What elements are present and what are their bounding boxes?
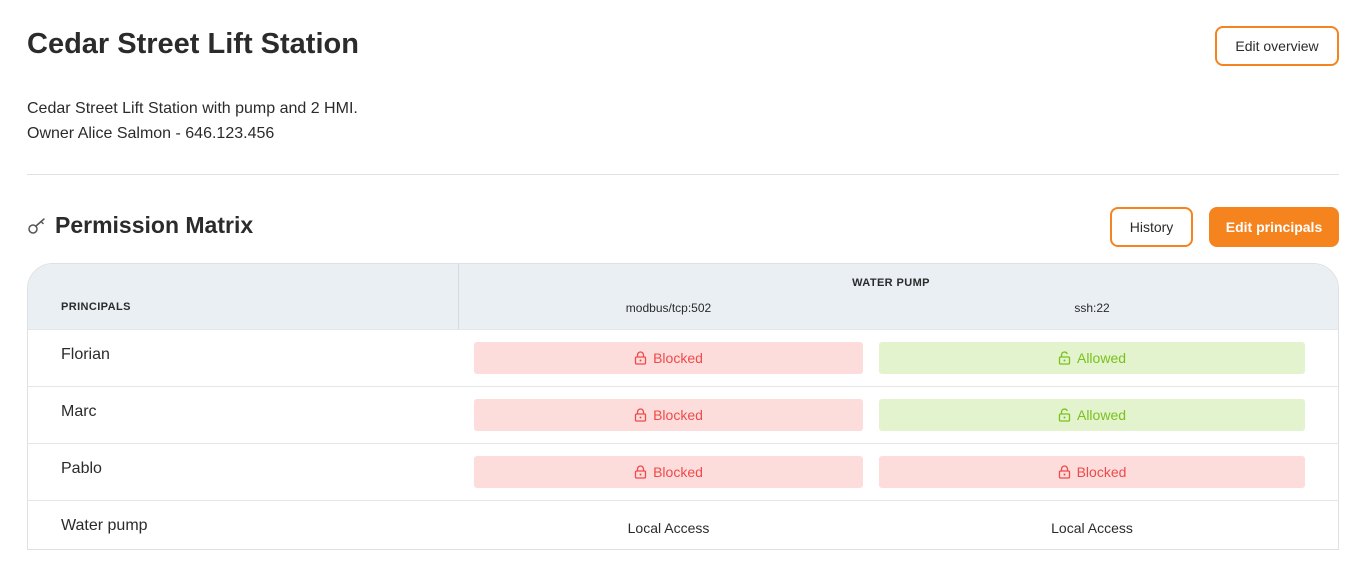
owner-line: Owner Alice Salmon - 646.123.456	[27, 125, 275, 142]
permission-matrix-table: PRINCIPALS WATER PUMP modbus/tcp:502 ssh…	[27, 263, 1339, 550]
station-description: Cedar Street Lift Station with pump and …	[27, 96, 358, 146]
section-divider	[27, 174, 1339, 175]
principal-name: Marc	[61, 403, 97, 420]
edit-principals-button[interactable]: Edit principals	[1209, 207, 1339, 247]
principal-name: Water pump	[61, 517, 148, 534]
edit-overview-button[interactable]: Edit overview	[1215, 26, 1339, 66]
table-row: Marc Blocked Allowed	[28, 386, 1338, 443]
permission-status: Allowed	[1076, 407, 1127, 423]
port-column-header: ssh:22	[1074, 301, 1110, 315]
header-separator	[458, 264, 459, 329]
lock-icon	[1058, 465, 1070, 479]
permission-matrix-header: Permission Matrix	[27, 212, 253, 239]
device-column-header: WATER PUMP	[852, 277, 930, 289]
local-access-label: Local Access	[627, 520, 710, 536]
permission-cell[interactable]: Blocked	[879, 456, 1305, 488]
table-header: PRINCIPALS WATER PUMP modbus/tcp:502 ssh…	[28, 264, 1338, 329]
principal-name: Florian	[61, 346, 110, 363]
table-row: Pablo Blocked Blocked	[28, 443, 1338, 500]
local-access-label: Local Access	[1051, 520, 1133, 536]
permission-cell[interactable]: Allowed	[879, 342, 1305, 374]
table-row: Water pump Local Access Local Access	[28, 500, 1338, 549]
permission-status: Blocked	[653, 407, 703, 423]
permission-status: Blocked	[653, 464, 703, 480]
key-icon	[27, 216, 47, 236]
permission-status: Blocked	[1076, 464, 1127, 480]
section-title: Permission Matrix	[55, 212, 254, 238]
permission-cell[interactable]: Blocked	[474, 456, 863, 488]
page-title: Cedar Street Lift Station	[27, 28, 359, 60]
table-row: Florian Blocked Allowed	[28, 329, 1338, 386]
history-button[interactable]: History	[1110, 207, 1193, 247]
permission-cell[interactable]: Blocked	[474, 342, 863, 374]
description-line: Cedar Street Lift Station with pump and …	[27, 100, 358, 117]
lock-open-icon	[1058, 351, 1071, 365]
principal-name: Pablo	[61, 460, 102, 477]
lock-icon	[634, 351, 647, 365]
lock-icon	[634, 465, 647, 479]
lock-icon	[634, 408, 647, 422]
permission-cell[interactable]: Blocked	[474, 399, 863, 431]
port-column-header: modbus/tcp:502	[625, 301, 712, 315]
principals-column-header: PRINCIPALS	[61, 301, 131, 313]
lock-open-icon	[1058, 408, 1071, 422]
permission-cell[interactable]: Allowed	[879, 399, 1305, 431]
permission-status: Blocked	[653, 350, 703, 366]
permission-status: Allowed	[1076, 350, 1127, 366]
